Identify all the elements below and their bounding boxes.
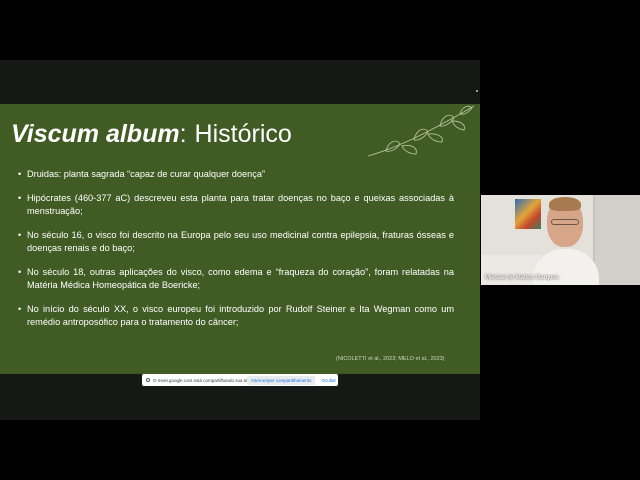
participant-name-label: Mikhael de Mattos Marques [485, 275, 559, 281]
participant-hair [549, 197, 581, 211]
wall-painting [515, 199, 541, 229]
slide-title-topic: Histórico [194, 120, 292, 148]
slide-bullet: Hipócrates (460-377 aC) descreveu esta p… [18, 192, 454, 218]
screen-share-notification-bar: O meet.google.com está compartilhando su… [142, 374, 338, 386]
participant-glasses [551, 219, 579, 225]
video-door [593, 195, 640, 285]
participant-video-tile[interactable] [481, 195, 640, 285]
stage-indicator-dot [476, 90, 478, 92]
screen-share-icon [146, 378, 150, 382]
stop-sharing-button[interactable]: Interromper compartilhamento [247, 375, 316, 385]
slide-title-species: Viscum album [11, 120, 180, 148]
slide-bullet: No século 18, outras aplicações do visco… [18, 266, 454, 292]
slide-title-separator: : [179, 120, 187, 148]
leaf-branch-icon [367, 105, 475, 157]
slide-bullet-list: Druidas: planta sagrada “capaz de curar … [18, 168, 454, 340]
slide-citation: (NICOLETTI et al., 2023; MELO et al., 20… [336, 356, 445, 362]
share-message: O meet.google.com está compartilhando su… [152, 377, 248, 383]
slide-title: Viscum album: Histórico [11, 120, 292, 149]
slide-bullet: No século 16, o visco foi descrito na Eu… [18, 229, 454, 255]
slide-bullet: Druidas: planta sagrada “capaz de curar … [18, 168, 454, 181]
slide-bullet: No início do século XX, o visco europeu … [18, 303, 454, 329]
hide-button[interactable]: Ocultar [319, 376, 338, 385]
